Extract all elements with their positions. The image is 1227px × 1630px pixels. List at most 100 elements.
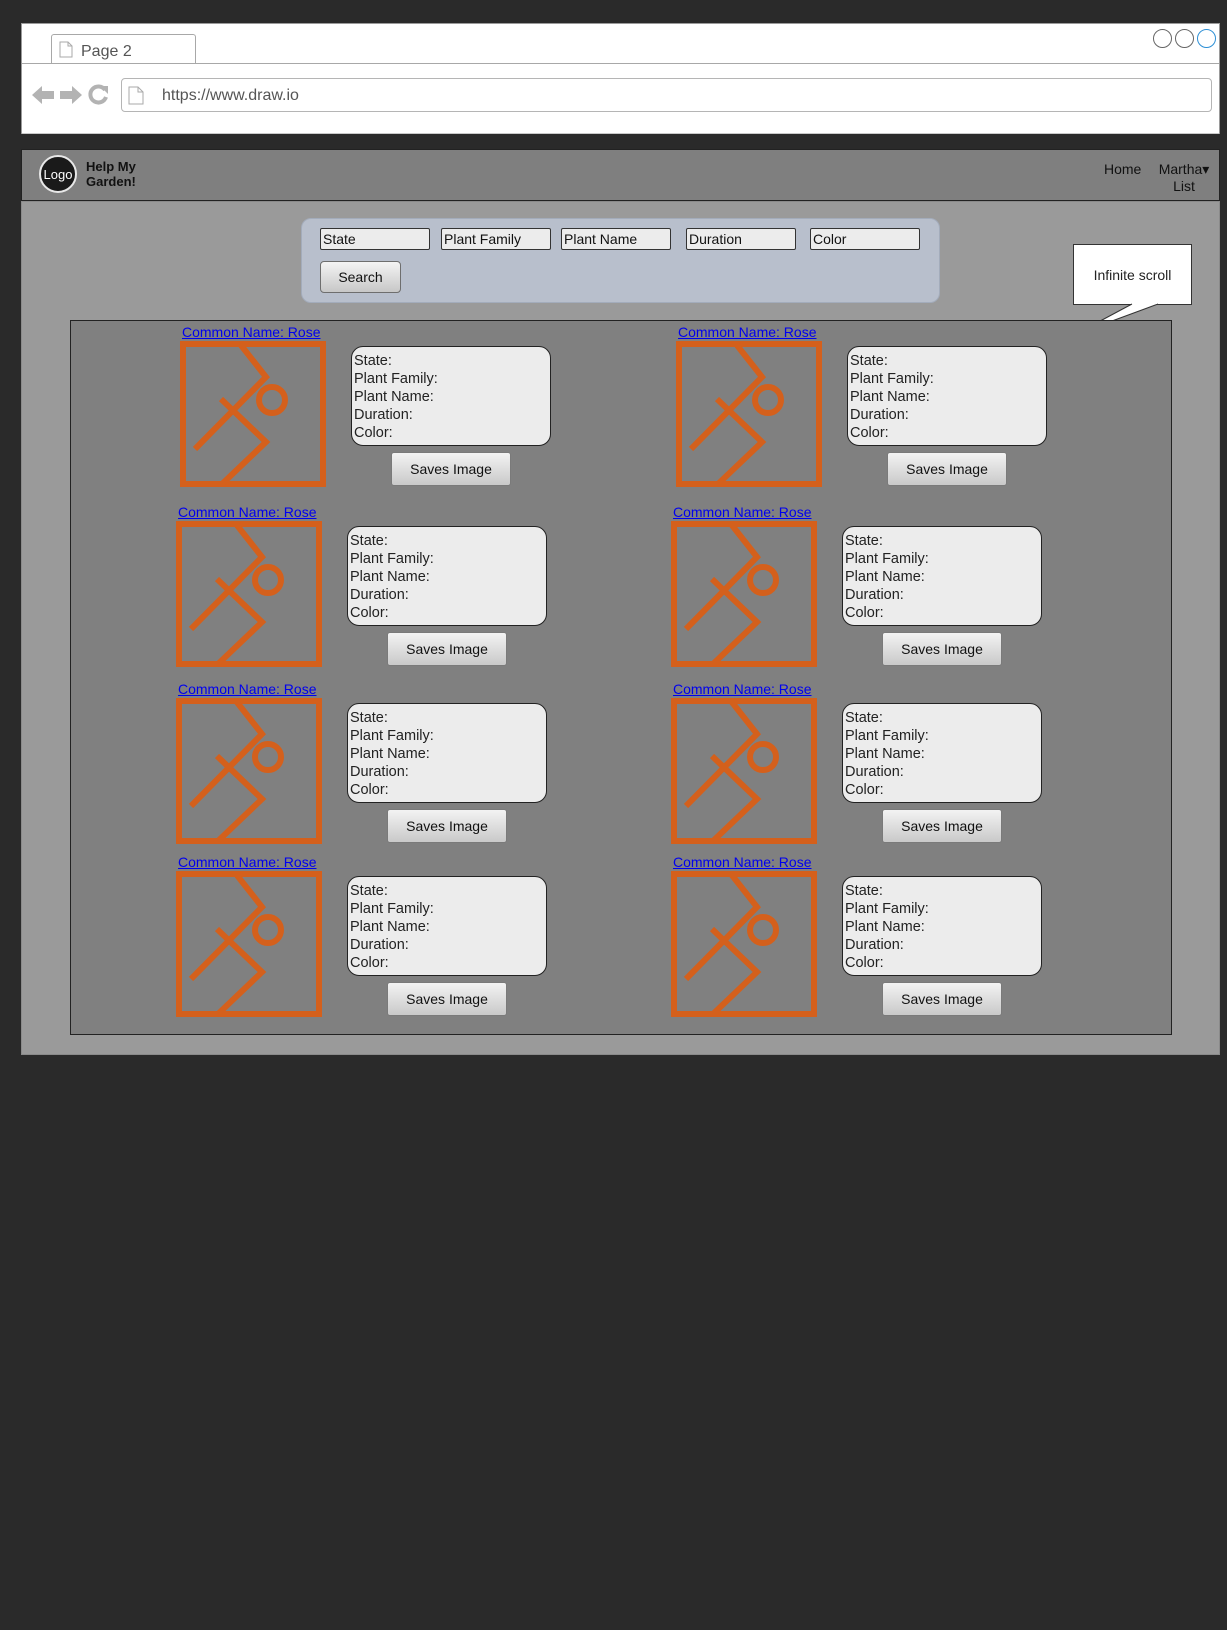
forward-arrow-icon[interactable] [59, 84, 83, 106]
logo[interactable]: Logo [39, 155, 77, 193]
common-name-link[interactable]: Common Name: Rose [178, 854, 317, 870]
plant-details-box: State: Plant Family: Plant Name: Duratio… [842, 876, 1042, 976]
plant-card: Common Name: Rose State: Plant Family: P… [176, 504, 558, 679]
divider [22, 133, 1219, 134]
detail-color: Color: [850, 425, 889, 441]
nav-buttons [31, 84, 109, 106]
save-image-button[interactable]: Saves Image [882, 632, 1002, 666]
url-text: https://www.draw.io [162, 87, 299, 104]
detail-duration: Duration: [845, 937, 904, 953]
detail-color: Color: [845, 605, 884, 621]
plant-family-field[interactable] [441, 228, 551, 250]
detail-plant-name: Plant Name: [845, 919, 925, 935]
plant-card: Common Name: Rose State: Plant Family: P… [676, 324, 1058, 499]
common-name-link[interactable]: Common Name: Rose [178, 504, 317, 520]
back-arrow-icon[interactable] [31, 84, 55, 106]
image-placeholder-icon [176, 521, 322, 667]
detail-color: Color: [350, 605, 389, 621]
save-image-button[interactable]: Saves Image [387, 632, 507, 666]
save-image-button[interactable]: Saves Image [391, 452, 511, 486]
color-field[interactable] [810, 228, 920, 250]
duration-field[interactable] [686, 228, 796, 250]
plant-card: Common Name: Rose State: Plant Family: P… [180, 324, 562, 499]
tab-divider [22, 63, 1219, 64]
common-name-link[interactable]: Common Name: Rose [178, 681, 317, 697]
detail-state: State: [850, 353, 888, 369]
detail-color: Color: [350, 782, 389, 798]
detail-plant-name: Plant Name: [354, 389, 434, 405]
image-placeholder-icon [671, 521, 817, 667]
plant-name-field[interactable] [561, 228, 671, 250]
detail-plant-family: Plant Family: [350, 901, 434, 917]
app-header: Logo Help My Garden! Home Martha▾ List [21, 149, 1220, 201]
detail-plant-name: Plant Name: [845, 746, 925, 762]
detail-state: State: [350, 883, 388, 899]
detail-duration: Duration: [350, 937, 409, 953]
detail-duration: Duration: [354, 407, 413, 423]
restore-icon[interactable] [1175, 29, 1194, 48]
image-placeholder-icon [176, 698, 322, 844]
state-field[interactable] [320, 228, 430, 250]
tab-label: Page 2 [81, 43, 132, 60]
common-name-link[interactable]: Common Name: Rose [673, 681, 812, 697]
common-name-link[interactable]: Common Name: Rose [673, 504, 812, 520]
browser-tab[interactable]: Page 2 [51, 34, 196, 63]
detail-duration: Duration: [850, 407, 909, 423]
detail-plant-name: Plant Name: [350, 569, 430, 585]
plant-details-box: State: Plant Family: Plant Name: Duratio… [347, 876, 547, 976]
window-controls [1153, 29, 1216, 48]
search-button[interactable]: Search [320, 261, 401, 293]
brand-line-2: Garden! [86, 174, 136, 189]
user-menu[interactable]: Martha▾ List [1155, 161, 1213, 195]
reload-icon[interactable] [87, 84, 109, 106]
plant-details-box: State: Plant Family: Plant Name: Duratio… [842, 703, 1042, 803]
user-menu-label: Martha▾ [1158, 161, 1210, 177]
detail-state: State: [845, 533, 883, 549]
detail-duration: Duration: [350, 587, 409, 603]
plant-card: Common Name: Rose State: Plant Family: P… [176, 681, 558, 856]
user-menu-list-item[interactable]: List [1155, 178, 1213, 195]
detail-plant-family: Plant Family: [350, 551, 434, 567]
save-image-button[interactable]: Saves Image [387, 982, 507, 1016]
plant-details-box: State: Plant Family: Plant Name: Duratio… [842, 526, 1042, 626]
save-image-button[interactable]: Saves Image [887, 452, 1007, 486]
detail-plant-family: Plant Family: [350, 728, 434, 744]
detail-plant-name: Plant Name: [350, 919, 430, 935]
plant-card: Common Name: Rose State: Plant Family: P… [671, 504, 1053, 679]
detail-color: Color: [350, 955, 389, 971]
page-icon [128, 86, 144, 105]
save-image-button[interactable]: Saves Image [387, 809, 507, 843]
detail-duration: Duration: [350, 764, 409, 780]
image-placeholder-icon [676, 341, 822, 487]
detail-plant-family: Plant Family: [845, 551, 929, 567]
common-name-link[interactable]: Common Name: Rose [673, 854, 812, 870]
common-name-link[interactable]: Common Name: Rose [678, 324, 817, 340]
address-bar[interactable]: https://www.draw.io [121, 78, 1212, 112]
plant-details-box: State: Plant Family: Plant Name: Duratio… [347, 526, 547, 626]
brand-name: Help My Garden! [86, 159, 166, 189]
detail-plant-family: Plant Family: [845, 728, 929, 744]
plant-details-box: State: Plant Family: Plant Name: Duratio… [847, 346, 1047, 446]
nav-home-link[interactable]: Home [1104, 161, 1141, 177]
detail-plant-family: Plant Family: [354, 371, 438, 387]
detail-plant-family: Plant Family: [845, 901, 929, 917]
detail-duration: Duration: [845, 764, 904, 780]
plant-details-box: State: Plant Family: Plant Name: Duratio… [347, 703, 547, 803]
detail-state: State: [350, 533, 388, 549]
detail-plant-name: Plant Name: [850, 389, 930, 405]
close-icon[interactable] [1197, 29, 1216, 48]
common-name-link[interactable]: Common Name: Rose [182, 324, 321, 340]
detail-color: Color: [845, 782, 884, 798]
save-image-button[interactable]: Saves Image [882, 809, 1002, 843]
minimize-icon[interactable] [1153, 29, 1172, 48]
plant-details-box: State: Plant Family: Plant Name: Duratio… [351, 346, 551, 446]
detail-plant-name: Plant Name: [350, 746, 430, 762]
infinite-scroll-callout: Infinite scroll [1073, 244, 1192, 305]
plant-card: Common Name: Rose State: Plant Family: P… [671, 854, 1053, 1029]
detail-plant-family: Plant Family: [850, 371, 934, 387]
plant-card: Common Name: Rose State: Plant Family: P… [176, 854, 558, 1029]
image-placeholder-icon [180, 341, 326, 487]
detail-plant-name: Plant Name: [845, 569, 925, 585]
detail-color: Color: [354, 425, 393, 441]
save-image-button[interactable]: Saves Image [882, 982, 1002, 1016]
